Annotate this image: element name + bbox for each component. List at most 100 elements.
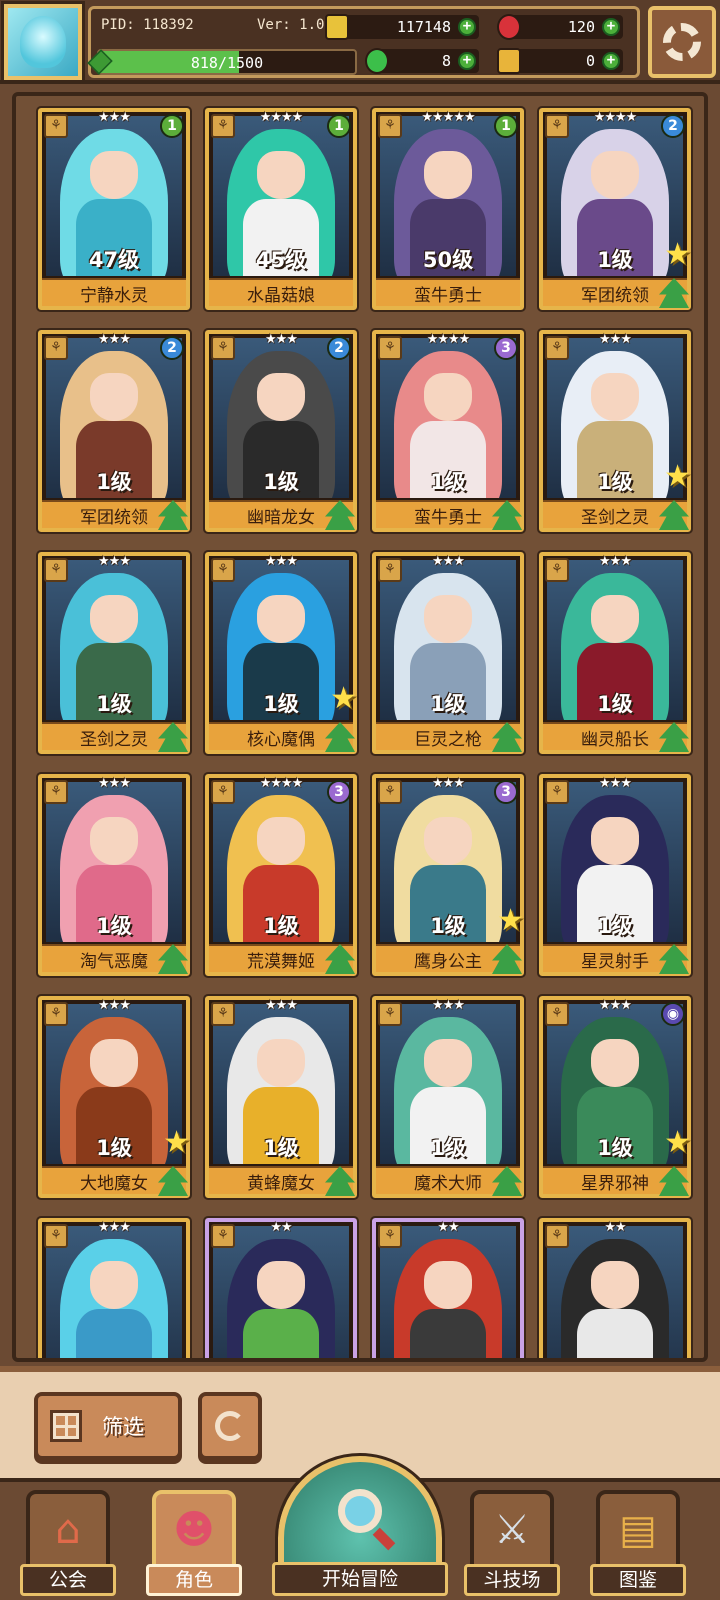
nav-start-adventure[interactable]: 开始冒险 bbox=[272, 1453, 448, 1596]
character-card[interactable]: ⚘ ★★★ 1级 大地魔女 ★ bbox=[36, 994, 192, 1200]
character-card[interactable]: ⚘ ★★★ 1级 魔术大师 bbox=[370, 994, 526, 1200]
character-card[interactable]: ⚘ ★★★★ 3 1级 荒漠舞姬 bbox=[203, 772, 359, 978]
rarity-stars: ★★★ bbox=[599, 554, 632, 569]
star-upgrade-icon: ★ bbox=[664, 1125, 691, 1160]
character-level: 45级 bbox=[255, 248, 307, 272]
add-clover-button[interactable]: + bbox=[458, 52, 476, 70]
gear-icon bbox=[663, 23, 701, 61]
character-card[interactable]: ⚘ ★★★ ◉ 1级 星界邪神 ★ bbox=[537, 994, 693, 1200]
character-card[interactable]: ⚘ ★★★ 2 1级 幽暗龙女 bbox=[203, 328, 359, 534]
character-name: 宁静水灵 bbox=[42, 278, 186, 306]
codex-frame: ▤ bbox=[596, 1490, 680, 1570]
key-icon bbox=[497, 48, 521, 74]
character-card[interactable]: ⚘ ★★★★ 3 1级 蛮牛勇士 bbox=[370, 328, 526, 534]
rarity-stars: ★★ bbox=[604, 1220, 626, 1235]
clover-value: 8 bbox=[441, 52, 451, 70]
rank-badge: 1 bbox=[160, 114, 184, 138]
nav-roles-label: 角色 bbox=[146, 1564, 242, 1596]
clover-counter: 8 + bbox=[365, 48, 479, 74]
character-level: 1级 bbox=[96, 692, 132, 716]
filter-button[interactable]: 筛选 bbox=[34, 1392, 182, 1460]
gold-counter: 117148 + bbox=[325, 14, 479, 40]
rarity-stars: ★★★ bbox=[432, 554, 465, 569]
nav-codex[interactable]: ▤ 图鉴 bbox=[590, 1490, 686, 1596]
character-list-panel[interactable]: ⚘ ★★★ 1 47级 宁静水灵 ⚘ ★★★★ 1 45级 水晶菇娘 ⚘ ★★★★★ 1 50级 蛮牛勇士 ⚘… bbox=[12, 92, 708, 1362]
nav-roles[interactable]: ☻ 角色 bbox=[146, 1490, 242, 1596]
character-level: 47级 bbox=[88, 248, 140, 272]
key-value: 0 bbox=[585, 52, 595, 70]
character-card[interactable]: ⚘ ★★★ 1级 圣剑之灵 bbox=[36, 550, 192, 756]
rarity-stars: ★★★ bbox=[265, 998, 298, 1013]
character-card[interactable]: ⚘ ★★★ 1级 巨灵之枪 bbox=[370, 550, 526, 756]
character-card[interactable]: ⚘ ★★★ 1级 星灵射手 bbox=[537, 772, 693, 978]
gem-value: 120 bbox=[567, 18, 595, 36]
rarity-stars: ★★★ bbox=[599, 776, 632, 791]
nav-arena[interactable]: ⚔ 斗技场 bbox=[464, 1490, 560, 1596]
avatar-portrait bbox=[20, 16, 66, 68]
player-info-panel: PID: 118392 Ver: 1.0.0.0 117148 + 120 + … bbox=[87, 6, 640, 78]
add-key-button[interactable]: + bbox=[602, 52, 620, 70]
magnifier-icon bbox=[338, 1489, 382, 1533]
character-card[interactable]: ⚘ ★★★ 1级 核心魔偶 ★ bbox=[203, 550, 359, 756]
nav-guild[interactable]: ⌂ 公会 bbox=[20, 1490, 116, 1596]
character-level: 1级 bbox=[263, 914, 299, 938]
character-card[interactable]: ⚘ ★★ bbox=[537, 1216, 693, 1358]
add-gold-button[interactable]: + bbox=[458, 18, 476, 36]
character-card[interactable]: ⚘ ★★★ 1级 淘气恶魔 bbox=[36, 772, 192, 978]
character-card[interactable]: ⚘ ★★★ 3 1级 鹰身公主 ★ bbox=[370, 772, 526, 978]
character-face-icon: ☻ bbox=[173, 1507, 215, 1553]
filter-grid-icon bbox=[50, 1410, 82, 1442]
character-card[interactable]: ⚘ ★★★ 1级 圣剑之灵 ★ bbox=[537, 328, 693, 534]
character-card[interactable]: ⚘ ★★ bbox=[203, 1216, 359, 1358]
player-id: PID: 118392 bbox=[101, 17, 194, 33]
star-upgrade-icon: ★ bbox=[664, 459, 691, 494]
key-counter: 0 + bbox=[497, 48, 623, 74]
top-hud: PID: 118392 Ver: 1.0.0.0 117148 + 120 + … bbox=[0, 0, 720, 84]
sort-refresh-button[interactable] bbox=[198, 1392, 262, 1460]
character-level: 50级 bbox=[422, 248, 474, 272]
add-gem-button[interactable]: + bbox=[602, 18, 620, 36]
nav-arena-label: 斗技场 bbox=[464, 1564, 560, 1596]
character-card[interactable]: ⚘ ★★★ 1级 幽灵船长 bbox=[537, 550, 693, 756]
character-card[interactable]: ⚘ ★★★ 2 1级 军团统领 bbox=[36, 328, 192, 534]
book-icon: ▤ bbox=[619, 1507, 657, 1553]
character-card[interactable]: ⚘ ★★★★ 2 1级 军团统领 ★ bbox=[537, 106, 693, 312]
rarity-stars: ★★★ bbox=[432, 998, 465, 1013]
rank-badge: 3 bbox=[494, 336, 518, 360]
character-card[interactable]: ⚘ ★★ bbox=[370, 1216, 526, 1358]
player-avatar[interactable] bbox=[1, 1, 85, 83]
portrait-body bbox=[409, 1309, 487, 1358]
character-card[interactable]: ⚘ ★★★★ 1 45级 水晶菇娘 bbox=[203, 106, 359, 312]
character-card[interactable]: ⚘ ★★★ 1级 黄蜂魔女 bbox=[203, 994, 359, 1200]
rarity-stars: ★★ bbox=[270, 1220, 292, 1235]
character-card[interactable]: ⚘ ★★★ 1 47级 宁静水灵 bbox=[36, 106, 192, 312]
character-level: 1级 bbox=[597, 692, 633, 716]
gem-counter: 120 + bbox=[497, 14, 623, 40]
rank-badge: 1 bbox=[494, 114, 518, 138]
guild-frame: ⌂ bbox=[26, 1490, 110, 1570]
refresh-icon bbox=[215, 1411, 245, 1441]
character-level: 1级 bbox=[263, 1136, 299, 1160]
arena-frame: ⚔ bbox=[470, 1490, 554, 1570]
rarity-stars: ★★★ bbox=[98, 998, 131, 1013]
portrait-body bbox=[576, 1309, 654, 1358]
character-name: 水晶菇娘 bbox=[209, 278, 353, 306]
nav-codex-label: 图鉴 bbox=[590, 1564, 686, 1596]
rank-badge: ◉ bbox=[661, 1002, 685, 1026]
rank-badge: 1 bbox=[327, 114, 351, 138]
nav-guild-label: 公会 bbox=[20, 1564, 116, 1596]
star-upgrade-icon: ★ bbox=[664, 237, 691, 272]
experience-bar: 818/1500 bbox=[97, 49, 357, 75]
rank-badge: 2 bbox=[661, 114, 685, 138]
character-grid: ⚘ ★★★ 1 47级 宁静水灵 ⚘ ★★★★ 1 45级 水晶菇娘 ⚘ ★★★★★ 1 50级 蛮牛勇士 ⚘… bbox=[36, 106, 698, 1358]
settings-button[interactable] bbox=[648, 6, 716, 78]
character-level: 1级 bbox=[96, 914, 132, 938]
character-card[interactable]: ⚘ ★★★★★ 1 50级 蛮牛勇士 bbox=[370, 106, 526, 312]
character-card[interactable]: ⚘ ★★★ bbox=[36, 1216, 192, 1358]
rarity-stars: ★★★ bbox=[98, 776, 131, 791]
character-level: 1级 bbox=[430, 1136, 466, 1160]
rank-badge: 2 bbox=[160, 336, 184, 360]
character-name: 蛮牛勇士 bbox=[376, 278, 520, 306]
star-upgrade-icon: ★ bbox=[330, 681, 357, 716]
portrait-body bbox=[75, 1309, 153, 1358]
